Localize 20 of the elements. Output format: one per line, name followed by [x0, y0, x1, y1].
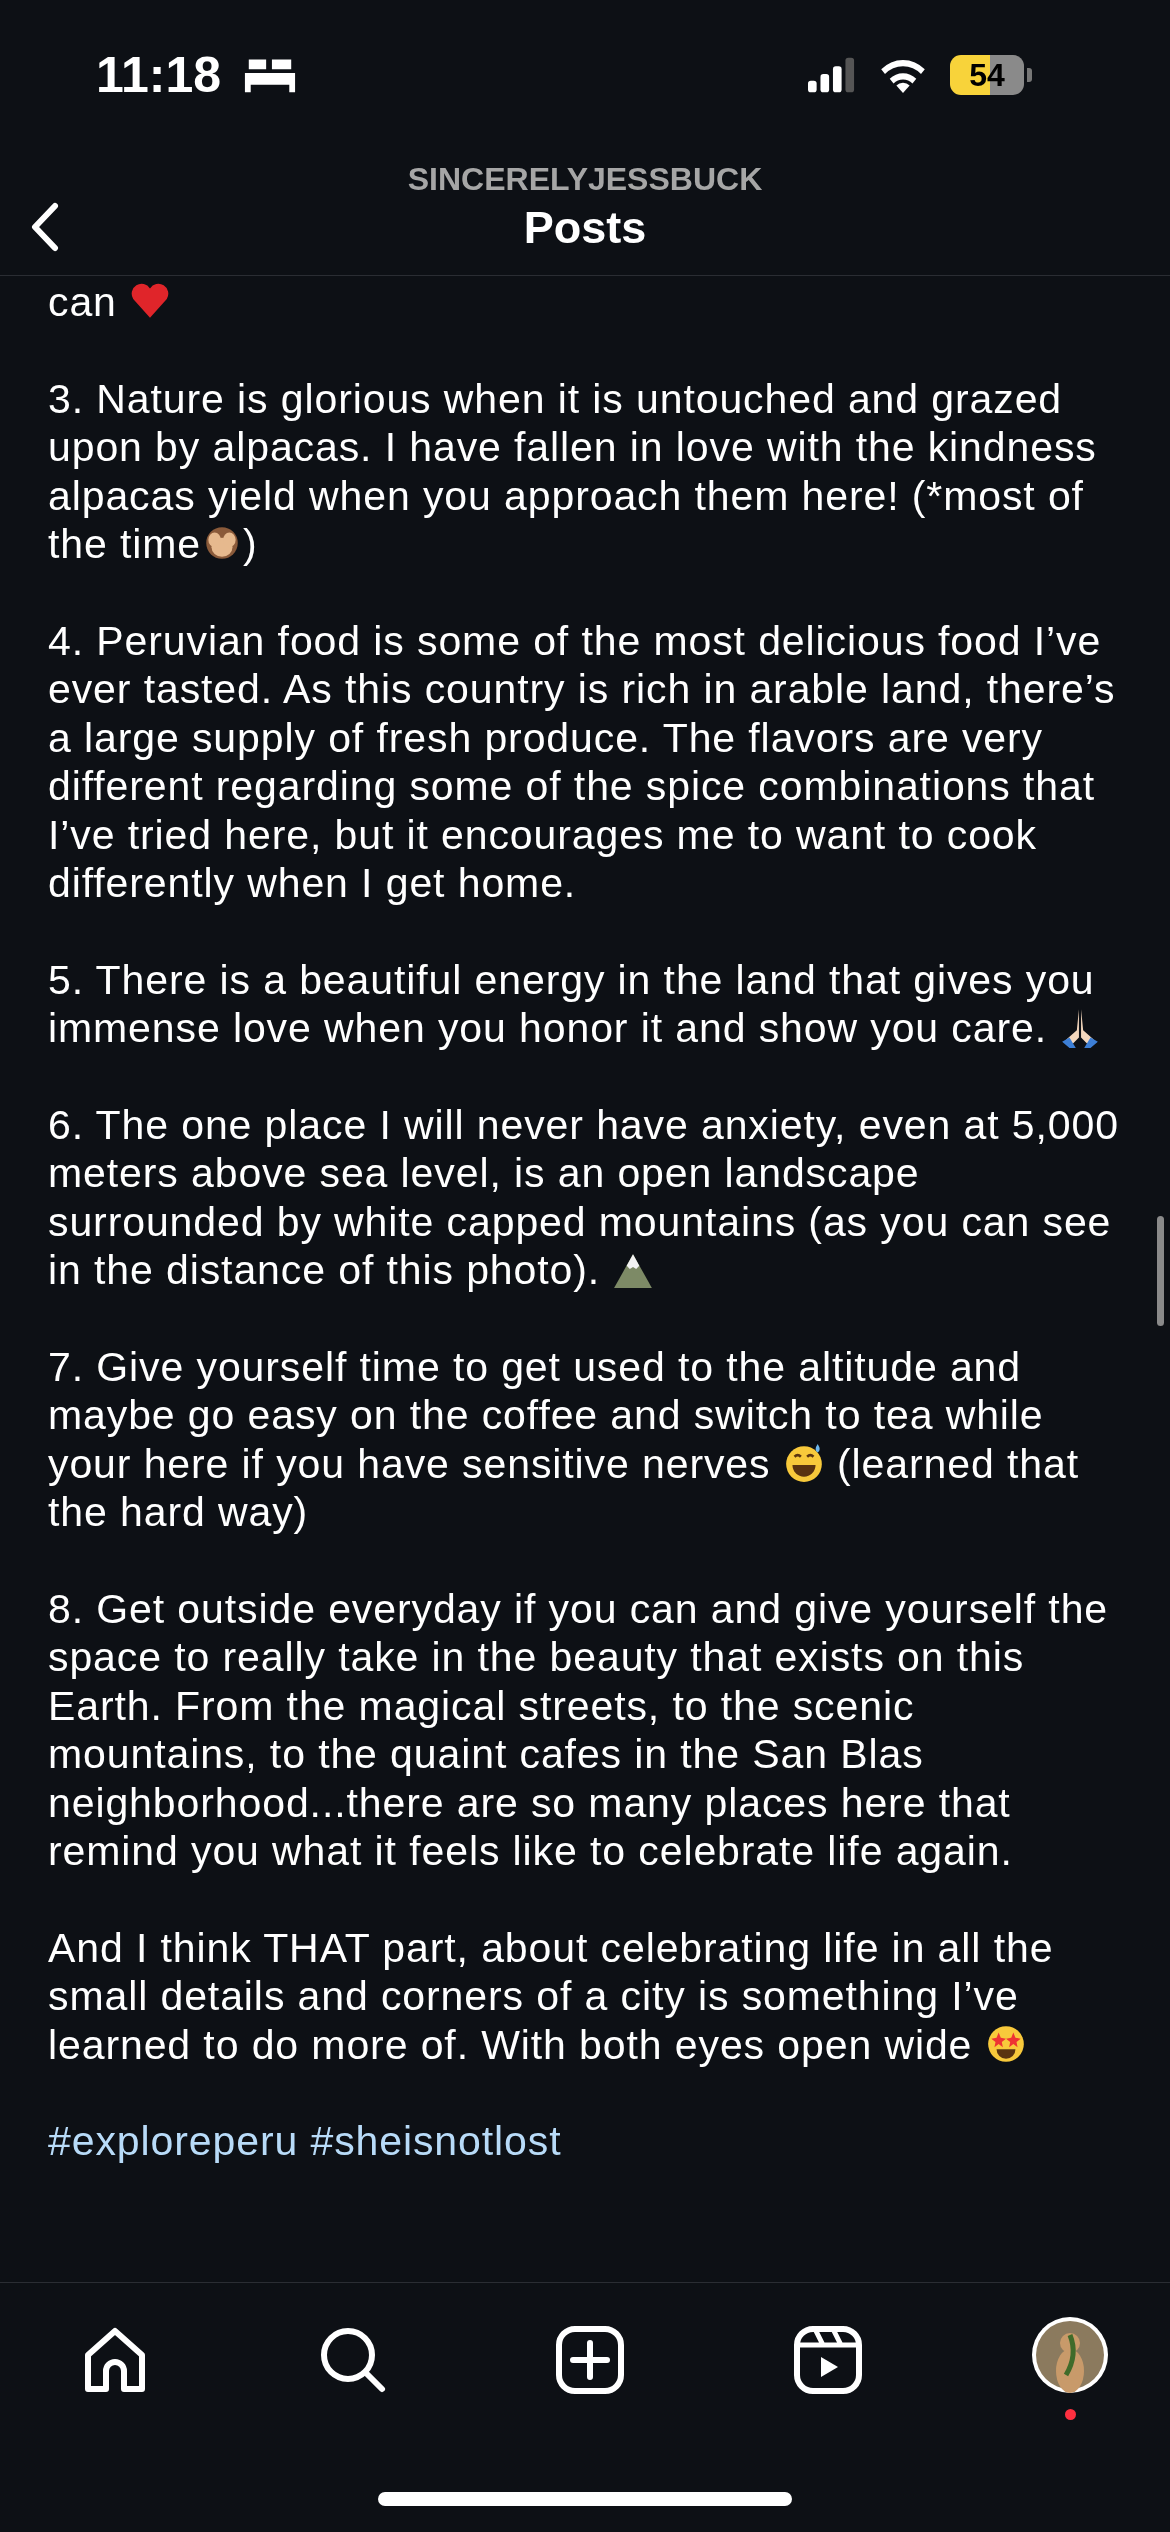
bed-icon — [243, 57, 298, 93]
page-title: Posts — [523, 202, 647, 254]
caption-paragraph: 4. Peruvian food is some of the most delicious food I’ve ever tasted. As this country is rich in arable land, there’s a large supply of fresh produce. The flavors are very different regarding some of the spice combinations that I’ve tried here, but it encourages me to want to cook differently when I get home. — [48, 616, 1117, 908]
caption-paragraph: can — [48, 278, 1120, 327]
caption-paragraph: 7. Give yourself time to get used to the altitude and maybe go easy on the coffee and switch to tea while your here if you have sensitive nerves (learned that the hard way) — [48, 1342, 1080, 1537]
hashtag-link[interactable]: #sheisnotlost — [310, 2118, 562, 2164]
reels-icon[interactable] — [792, 2325, 863, 2395]
back-icon[interactable] — [30, 202, 60, 252]
caption-paragraph: 8. Get outside everyday if you can and give yourself the space to really take in the beauty that exists on this Earth. From the magical streets, to the scenic mountains, to the quaint cafes in the San Blas neighborhood...there are so many places here that remind you what it feels like to celebrate life again. — [48, 1584, 1110, 1876]
caption-paragraph: 5. There is a beautiful energy in the land that gives you immense love when you honor it and show you care. — [48, 955, 1120, 1053]
add-post-icon[interactable] — [555, 2325, 625, 2395]
profile-avatar[interactable] — [1030, 2315, 1110, 2395]
status-time: 11:18 — [96, 46, 222, 104]
caption-paragraph: 6. The one place I will never have anxiety, even at 5,000 meters above sea level, is an open landscape surrounded by white capped mountains (as you can see in the distance of this photo). — [48, 1100, 1120, 1295]
caption-paragraph: And I think THAT part, about celebrating life in all the small details and corners of a city is something I’ve learned to do more of. With both eyes open wide — [48, 1923, 1055, 2069]
caption-paragraph: 3. Nature is glorious when it is untouched and grazed upon by alpacas. I have fallen in love with the kindness alpacas yield when you approach them here! (*most of the time ) — [48, 374, 1098, 569]
hashtag-link[interactable]: #exploreperu — [48, 2118, 299, 2164]
wifi-icon — [878, 57, 928, 93]
account-username: SINCERELYJESSBUCK — [407, 161, 763, 198]
signal-icon — [808, 57, 856, 93]
